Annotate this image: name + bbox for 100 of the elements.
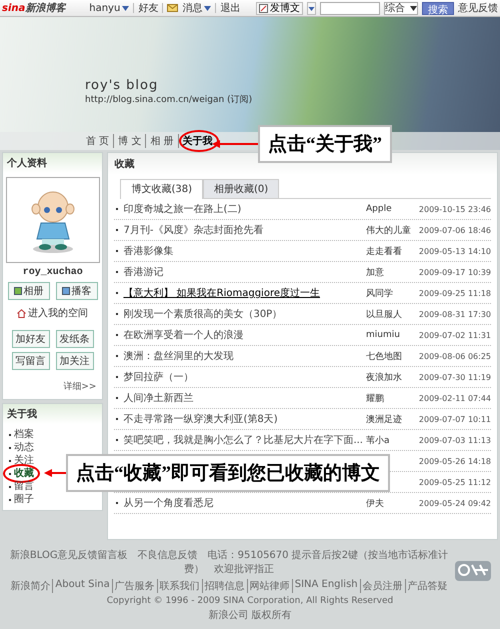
post-date: 2009-10-15 23:46	[418, 204, 491, 214]
sidebar-item[interactable]: 圈子	[9, 493, 34, 506]
panel-title: 个人资料	[3, 153, 102, 173]
logo[interactable]: sina新浪博客	[2, 1, 66, 15]
action-button[interactable]: 加好友	[12, 330, 50, 348]
action-button[interactable]: 发纸条	[56, 330, 94, 348]
author-name[interactable]: 耀鹏	[366, 394, 384, 404]
author-name[interactable]: 苇小a	[366, 436, 390, 446]
profile-name: roy_xuchao	[22, 267, 84, 278]
post-title-link[interactable]: 笑吧笑吧，我就是胸小怎么了？比基尼大片在字下面...	[123, 435, 363, 446]
logout-link[interactable]: 退出	[220, 1, 240, 15]
logo-badge-icon	[455, 560, 491, 582]
post-title-link[interactable]: 从另一个角度看悉尼	[123, 498, 214, 509]
author-name[interactable]: 七色地图	[366, 352, 402, 362]
post-title-link[interactable]: 【意大利】 如果我在Riomaggiore度过一生	[123, 288, 320, 299]
action-button[interactable]: 写留言	[12, 352, 50, 370]
sidebar-item[interactable]: 关注	[9, 454, 34, 467]
media-button[interactable]: 相册	[8, 282, 50, 300]
footer-link[interactable]: 广告服务	[112, 579, 157, 593]
space-link[interactable]: 进入我的空间	[3, 306, 102, 320]
post-title-link[interactable]: 印度奇城之旅一在路上(二)	[123, 204, 242, 215]
caret-icon[interactable]	[307, 2, 316, 14]
footer-link[interactable]: 产品答疑	[404, 579, 450, 593]
media-button[interactable]: 播客	[56, 282, 98, 300]
post-title-link[interactable]: 不走寻常路一纵穿澳大利亚(第8天)	[123, 414, 278, 425]
search-button[interactable]: 搜索	[422, 2, 454, 14]
nav-tab[interactable]: 首 页	[86, 136, 110, 147]
post-title-link[interactable]: 刚发现一个素质很高的美女（30P）	[123, 309, 282, 320]
nav-tab[interactable]: 相 册	[150, 136, 174, 147]
post-title-link[interactable]: 梦回拉萨（一）	[123, 372, 194, 383]
author-name[interactable]: Apple	[366, 204, 392, 214]
pointer-arrow	[44, 468, 66, 478]
square-icon	[62, 287, 70, 295]
footer-link[interactable]: 网站律师	[246, 579, 292, 593]
post-date: 2009-08-06 06:25	[418, 352, 491, 360]
post-date: 2009-09-25 11:18	[418, 288, 491, 298]
footer-link[interactable]: 会员注册	[360, 579, 405, 593]
action-button[interactable]: 加关注	[56, 352, 94, 370]
post-title-link[interactable]: 在欧洲享受着一个人的浪漫	[123, 330, 244, 341]
callout-box: 点击“关于我”	[258, 125, 392, 163]
author-name[interactable]: 走走看看	[366, 246, 402, 256]
post-date: 2009-05-13 14:10	[418, 246, 491, 256]
post-date: 2009-07-30 11:19	[418, 372, 491, 382]
caret-icon	[204, 6, 212, 10]
friends-link[interactable]: 好友	[138, 1, 158, 15]
author-name[interactable]: 加意	[366, 268, 384, 278]
messages-menu[interactable]: 消息	[182, 1, 212, 15]
post-title-link[interactable]: 澳洲：盘丝洞里的大发现	[123, 351, 234, 362]
post-title-link[interactable]: 香港游记	[123, 267, 164, 278]
post-date: 2009-05-26 14:18	[418, 456, 491, 466]
caret-icon	[122, 6, 130, 10]
author-name[interactable]: 伊夫	[366, 498, 384, 508]
subscribe-link[interactable]: (订阅)	[227, 95, 252, 105]
post-date: 2009-07-07 10:11	[418, 414, 491, 424]
square-icon	[14, 287, 22, 295]
caret-icon	[410, 6, 417, 10]
author-name[interactable]: 澳洲足迹	[366, 414, 402, 424]
post-title-link[interactable]: 7月刊-《风度》杂志封面抢先看	[123, 225, 264, 236]
home-icon	[17, 308, 26, 318]
copyright-text: Copyright © 1996 - 2009 SINA Corporation, All Rights Reserved	[106, 596, 394, 606]
sidebar-item[interactable]: 动态	[9, 441, 34, 454]
author-name[interactable]: 风同学	[366, 288, 393, 298]
author-name[interactable]: 以旦服人	[366, 310, 402, 320]
user-menu[interactable]: hanyu	[89, 2, 130, 14]
tab[interactable]: 博文收藏(38)	[120, 179, 203, 199]
scope-dropdown[interactable]: 综合	[384, 2, 418, 14]
footer-link[interactable]: About Sina	[52, 579, 112, 593]
post-title-link[interactable]: 香港影像集	[123, 246, 174, 257]
post-date: 2009-05-25 11:12	[418, 478, 491, 486]
post-date: 2009-05-24 09:42	[418, 498, 491, 508]
footer-link[interactable]: 招聘信息	[202, 579, 247, 593]
feedback-link[interactable]: 意见反馈	[458, 1, 498, 15]
footer-link[interactable]: SINA English	[292, 579, 360, 593]
envelope-icon	[167, 4, 178, 12]
blog-url[interactable]: http://blog.sina.com.cn/weigan	[85, 95, 224, 105]
post-date: 2009-07-03 11:13	[418, 436, 491, 444]
author-name[interactable]: 伟大的儿童	[366, 226, 411, 236]
post-date: 2009-02-11 07:44	[418, 394, 491, 402]
pencil-icon	[259, 4, 268, 12]
sidebar-item[interactable]: 收藏	[9, 467, 34, 480]
nav-tab[interactable]: 关于我	[182, 136, 213, 147]
author-name[interactable]: miumiu	[366, 330, 400, 340]
sidebar-item[interactable]: 档案	[9, 428, 34, 441]
sidebar-item[interactable]: 留言	[9, 480, 34, 493]
post-date: 2009-08-31 17:30	[418, 310, 491, 318]
pointer-arrow	[212, 139, 258, 149]
post-date: 2009-07-06 18:46	[418, 226, 491, 234]
post-title-link[interactable]: 人间净土新西兰	[123, 393, 194, 404]
details-link[interactable]: 详细>>	[3, 370, 102, 399]
footer-link[interactable]: 新浪简介	[8, 579, 52, 593]
rights-text: 新浪公司 版权所有	[208, 608, 292, 622]
nav-tab[interactable]: 博 文	[118, 136, 142, 147]
blog-title: roy's blog	[85, 78, 160, 93]
callout-box: 点击“收藏”即可看到您已收藏的博文	[66, 454, 390, 492]
post-date: 2009-07-02 11:31	[418, 330, 491, 340]
search-field[interactable]	[320, 2, 380, 14]
footer-link[interactable]: 联系我们	[156, 579, 202, 593]
author-name[interactable]: 夜浪加水	[366, 372, 402, 382]
tab[interactable]: 相册收藏(0)	[202, 179, 280, 198]
post-button[interactable]: 发博文	[256, 2, 303, 14]
